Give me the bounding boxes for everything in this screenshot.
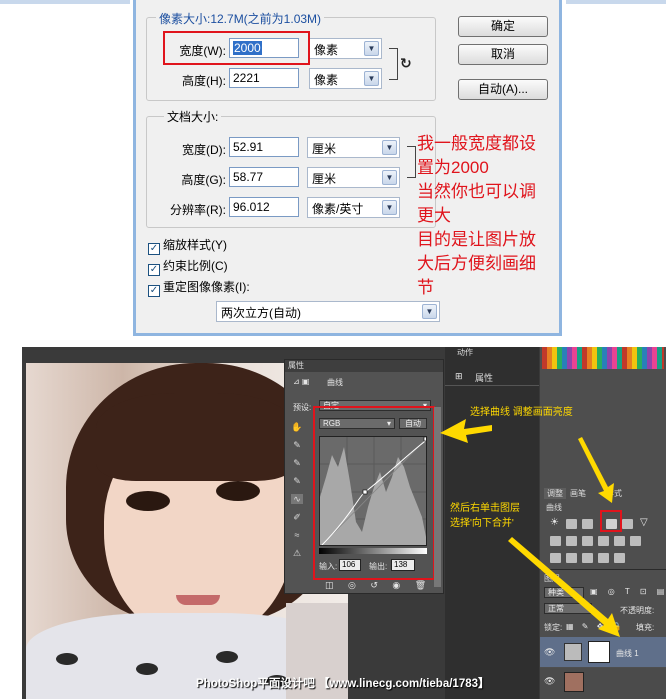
window-strip-right	[566, 0, 666, 4]
annotation-note: 我一般宽度都设 置为2000 当然你也可以调 更大 目的是让图片放 大后方便刻画…	[417, 132, 557, 300]
window-strip-left	[0, 0, 130, 4]
doc-height-unit: 厘米	[312, 172, 337, 186]
chevron-down-icon: ▼	[382, 200, 397, 215]
constrain-proportions-label: 约束比例(C)	[163, 259, 228, 273]
doc-constrain-bracket	[407, 146, 416, 178]
pixel-width-unit-select[interactable]: 像素 ▼	[309, 38, 382, 59]
scale-styles-label: 缩放样式(Y)	[163, 238, 227, 252]
document-size-legend: 文档大小:	[164, 108, 222, 125]
annotation-line: 我一般宽度都设	[417, 134, 536, 153]
pixel-height-label: 高度(H):	[182, 74, 226, 88]
annotation-line: 更大	[417, 206, 451, 225]
constrain-link-bracket	[389, 48, 398, 80]
annotation-line: 置为2000	[417, 158, 489, 177]
photoshop-screenshot: 属性 ⊿ ▣ 曲线 预设: 自定 ▾ RGB ▾ 自动 ✋ ✎ ✎ ✎ ∿ ✐ ≈ …	[22, 347, 666, 699]
arrow-to-layer	[508, 537, 620, 637]
chevron-down-icon: ▼	[364, 71, 379, 86]
doc-height-input[interactable]: 58.77	[229, 167, 299, 187]
arrow-to-curves-icon	[578, 437, 614, 503]
resample-checkbox[interactable]: ✓ 重定图像像素(I):	[148, 278, 250, 297]
resolution-unit-select[interactable]: 像素/英寸 ▼	[307, 197, 400, 218]
chevron-down-icon: ▼	[422, 304, 437, 319]
doc-width-input[interactable]: 52.91	[229, 137, 299, 157]
checkmark-icon: ✓	[148, 285, 160, 297]
resolution-label: 分辨率(R):	[170, 203, 226, 217]
doc-width-label: 宽度(D):	[182, 143, 226, 157]
doc-height-label: 高度(G):	[181, 173, 226, 187]
pixel-height-input[interactable]: 2221	[229, 68, 299, 88]
auto-button[interactable]: 自动(A)...	[458, 79, 548, 100]
watermark: PhotoShop平面设计吧 【www.linecg.com/tieba/178…	[196, 678, 490, 690]
checkmark-icon: ✓	[148, 264, 160, 276]
pixel-dimensions-legend: 像素大小:12.7M(之前为1.03M)	[156, 10, 325, 27]
annotation-line: 节	[417, 278, 434, 297]
annotation-arrows	[440, 419, 620, 637]
width-highlight-box	[163, 31, 310, 65]
annotation-line: 目的是让图片放	[417, 230, 536, 249]
scale-styles-checkbox[interactable]: ✓ 缩放样式(Y)	[148, 236, 227, 255]
annotation-line: 当然你也可以调	[417, 182, 536, 201]
image-size-screenshot: 像素大小:12.7M(之前为1.03M) 宽度(W): 2000 像素 ▼ 高度(…	[0, 0, 666, 346]
resample-method-value: 两次立方(自动)	[221, 306, 301, 320]
chevron-down-icon: ▼	[382, 140, 397, 155]
annotation-line: 大后方便刻画细	[417, 254, 536, 273]
constrain-proportions-checkbox[interactable]: ✓ 约束比例(C)	[148, 257, 228, 276]
resolution-unit: 像素/英寸	[312, 202, 364, 216]
cancel-button[interactable]: 取消	[458, 44, 548, 65]
arrow-to-curves-panel	[440, 419, 492, 443]
ok-button[interactable]: 确定	[458, 16, 548, 37]
doc-height-unit-select[interactable]: 厘米 ▼	[307, 167, 400, 188]
chain-link-icon: ↻	[400, 55, 412, 71]
chevron-down-icon: ▼	[382, 170, 397, 185]
resample-method-select[interactable]: 两次立方(自动) ▼	[216, 301, 440, 322]
pixel-width-unit: 像素	[314, 43, 339, 57]
pixel-height-unit-select[interactable]: 像素 ▼	[309, 68, 382, 89]
doc-width-unit: 厘米	[312, 142, 337, 156]
resample-label: 重定图像像素(I):	[163, 280, 250, 294]
pixel-height-unit: 像素	[314, 73, 339, 87]
checkmark-icon: ✓	[148, 243, 160, 255]
resolution-input[interactable]: 96.012	[229, 197, 299, 217]
doc-width-unit-select[interactable]: 厘米 ▼	[307, 137, 400, 158]
chevron-down-icon: ▼	[364, 41, 379, 56]
